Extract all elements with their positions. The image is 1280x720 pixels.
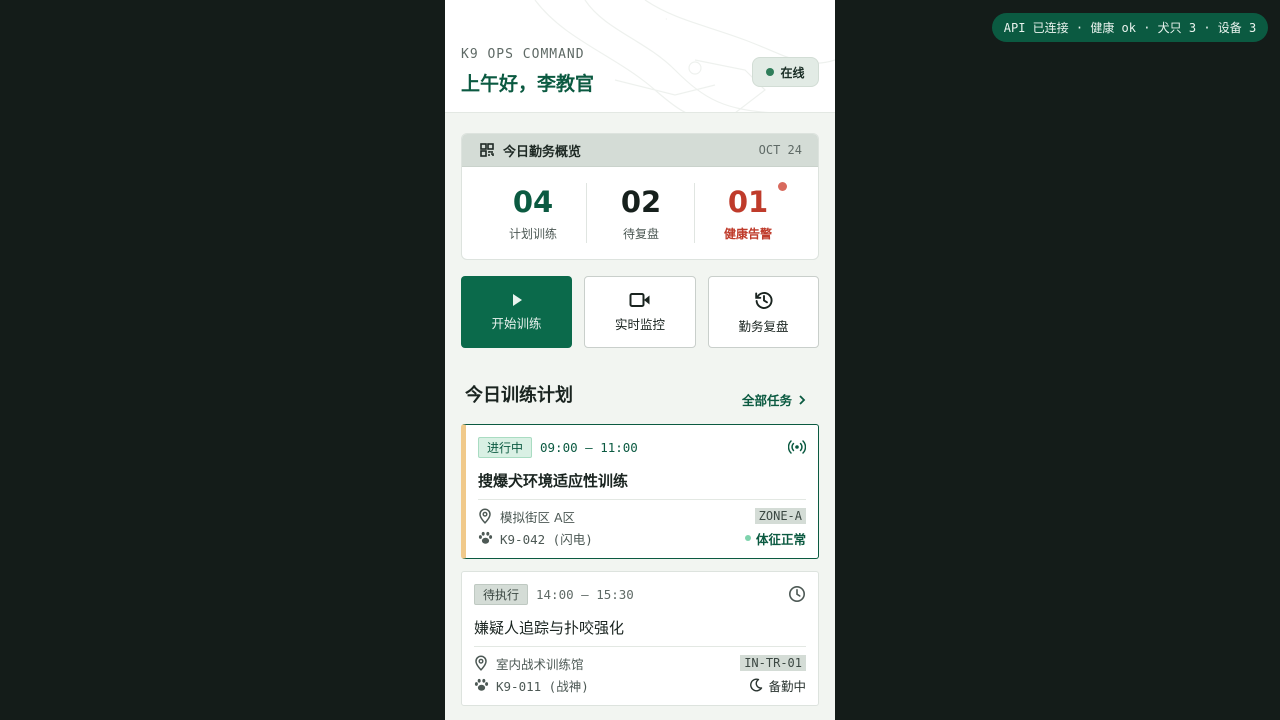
stat-value: 04 bbox=[512, 185, 554, 219]
svg-text:·: · bbox=[665, 15, 668, 24]
location-pin-icon bbox=[474, 655, 490, 671]
vital-dot-icon bbox=[744, 535, 751, 541]
duty-review-button[interactable]: 勤务复盘 bbox=[708, 276, 819, 348]
task-card-pending[interactable]: 待执行 14:00 – 15:30 嫌疑人追踪与扑咬强化 室内战术训练馆 IN-… bbox=[461, 571, 819, 706]
summary-header: 今日勤务概览 OCT 24 bbox=[462, 134, 818, 167]
api-status-pill: API 已连接 · 健康 ok · 犬只 3 · 设备 3 bbox=[992, 13, 1268, 42]
stat-label: 待复盘 bbox=[622, 227, 659, 241]
duty-review-label: 勤务复盘 bbox=[738, 318, 789, 334]
brand-label: K9 OPS COMMAND bbox=[461, 47, 585, 62]
online-label: 在线 bbox=[780, 65, 805, 80]
clock-icon bbox=[789, 586, 805, 602]
stat-value: 02 bbox=[620, 185, 662, 219]
duty-summary-card: 今日勤务概览 OCT 24 04 计划训练 02 待复盘 01 健康告警 bbox=[461, 133, 819, 260]
paw-icon bbox=[474, 678, 490, 692]
dog-id: K9-011 (战神) bbox=[496, 678, 589, 694]
app-header: · K9 OPS COMMAND 上午好，李教官 在线 bbox=[445, 0, 835, 113]
moon-icon bbox=[750, 678, 763, 692]
task-name: 搜爆犬环境适应性训练 bbox=[478, 472, 629, 490]
summary-title: 今日勤务概览 bbox=[503, 144, 582, 160]
live-monitor-label: 实时监控 bbox=[614, 316, 665, 332]
stat-label: 计划训练 bbox=[508, 227, 557, 241]
live-monitor-button[interactable]: 实时监控 bbox=[584, 276, 696, 348]
task-divider bbox=[474, 646, 806, 647]
status-badge: 进行中 bbox=[478, 437, 533, 458]
vital-label: 体征正常 bbox=[755, 531, 806, 547]
start-training-label: 开始训练 bbox=[491, 315, 542, 331]
stat-health-alert[interactable]: 01 健康告警 bbox=[694, 184, 802, 242]
training-plan-title: 今日训练计划 bbox=[465, 385, 573, 406]
location-pin-icon bbox=[478, 508, 494, 524]
summary-date: OCT 24 bbox=[758, 143, 802, 157]
video-camera-icon bbox=[629, 292, 650, 307]
grid-dashboard-icon bbox=[480, 143, 494, 157]
all-tasks-link[interactable]: 全部任务 bbox=[742, 390, 806, 409]
task-card-active[interactable]: 进行中 09:00 – 11:00 搜爆犬环境适应性训练 模拟街区 A区 ZON… bbox=[461, 424, 819, 559]
task-time: 14:00 – 15:30 bbox=[536, 587, 634, 602]
standby-status: 备勤中 bbox=[749, 676, 806, 695]
greeting-title: 上午好，李教官 bbox=[461, 73, 595, 95]
start-training-button[interactable]: 开始训练 bbox=[461, 276, 572, 348]
play-icon bbox=[512, 293, 522, 306]
zone-badge: IN-TR-01 bbox=[740, 655, 806, 671]
stat-planned-training[interactable]: 04 计划训练 bbox=[479, 184, 587, 242]
standby-label: 备勤中 bbox=[768, 678, 806, 694]
chevron-right-icon bbox=[799, 394, 806, 405]
task-dog-row: K9-011 (战神) 备勤中 bbox=[474, 676, 806, 694]
history-icon bbox=[754, 291, 772, 309]
paw-icon bbox=[478, 531, 494, 545]
online-status-badge[interactable]: 在线 bbox=[752, 57, 819, 87]
task-name: 嫌疑人追踪与扑咬强化 bbox=[474, 619, 625, 637]
broadcast-icon bbox=[788, 440, 806, 454]
all-tasks-label: 全部任务 bbox=[742, 393, 793, 408]
task-location: 模拟街区 A区 bbox=[500, 509, 576, 525]
online-dot-icon bbox=[766, 68, 775, 76]
vital-status: 体征正常 bbox=[744, 529, 806, 548]
summary-stats: 04 计划训练 02 待复盘 01 健康告警 bbox=[462, 167, 818, 259]
task-time: 09:00 – 11:00 bbox=[540, 440, 638, 455]
task-divider bbox=[478, 499, 806, 500]
stat-pending-review[interactable]: 02 待复盘 bbox=[587, 184, 695, 242]
mobile-app-frame: · K9 OPS COMMAND 上午好，李教官 在线 今日勤务概览 OCT 2… bbox=[445, 0, 835, 720]
stat-label: 健康告警 bbox=[723, 227, 772, 241]
dog-id: K9-042 (闪电) bbox=[500, 531, 593, 547]
task-location: 室内战术训练馆 bbox=[496, 656, 584, 672]
status-badge: 待执行 bbox=[474, 584, 529, 605]
task-location-row: 室内战术训练馆 IN-TR-01 bbox=[474, 654, 806, 672]
zone-badge: ZONE-A bbox=[754, 508, 806, 524]
task-location-row: 模拟街区 A区 ZONE-A bbox=[478, 507, 806, 525]
task-dog-row: K9-042 (闪电) 体征正常 bbox=[478, 529, 806, 547]
alert-indicator-dot bbox=[778, 182, 787, 191]
